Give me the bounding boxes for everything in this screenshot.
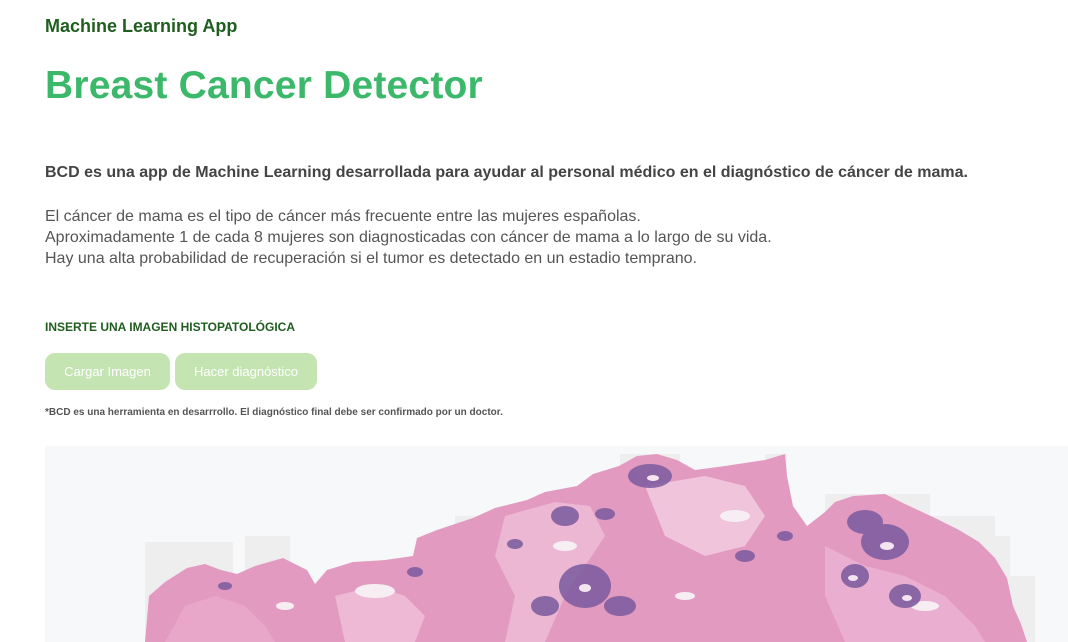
diagnose-button[interactable]: Hacer diagnóstico <box>175 353 317 390</box>
disclaimer-text: *BCD es una herramienta en desarrrollo. … <box>45 407 503 418</box>
page-title: Breast Cancer Detector <box>45 64 483 107</box>
fact-line: Aproximadamente 1 de cada 8 mujeres son … <box>45 229 772 246</box>
fact-line: Hay una alta probabilidad de recuperació… <box>45 250 697 267</box>
upload-image-button[interactable]: Cargar Imagen <box>45 353 170 390</box>
tissue-slide-graphic <box>145 454 1035 642</box>
app-name: Machine Learning App <box>45 16 238 36</box>
upload-section-label: INSERTE UNA IMAGEN HISTOPATOLÓGICA <box>45 320 296 334</box>
intro-text: BCD es una app de Machine Learning desar… <box>45 164 968 181</box>
histopathology-image <box>45 446 1068 642</box>
page: Machine Learning App Breast Cancer Detec… <box>0 0 1068 642</box>
fact-line: El cáncer de mama es el tipo de cáncer m… <box>45 208 641 225</box>
facts-text: El cáncer de mama es el tipo de cáncer m… <box>45 206 772 269</box>
